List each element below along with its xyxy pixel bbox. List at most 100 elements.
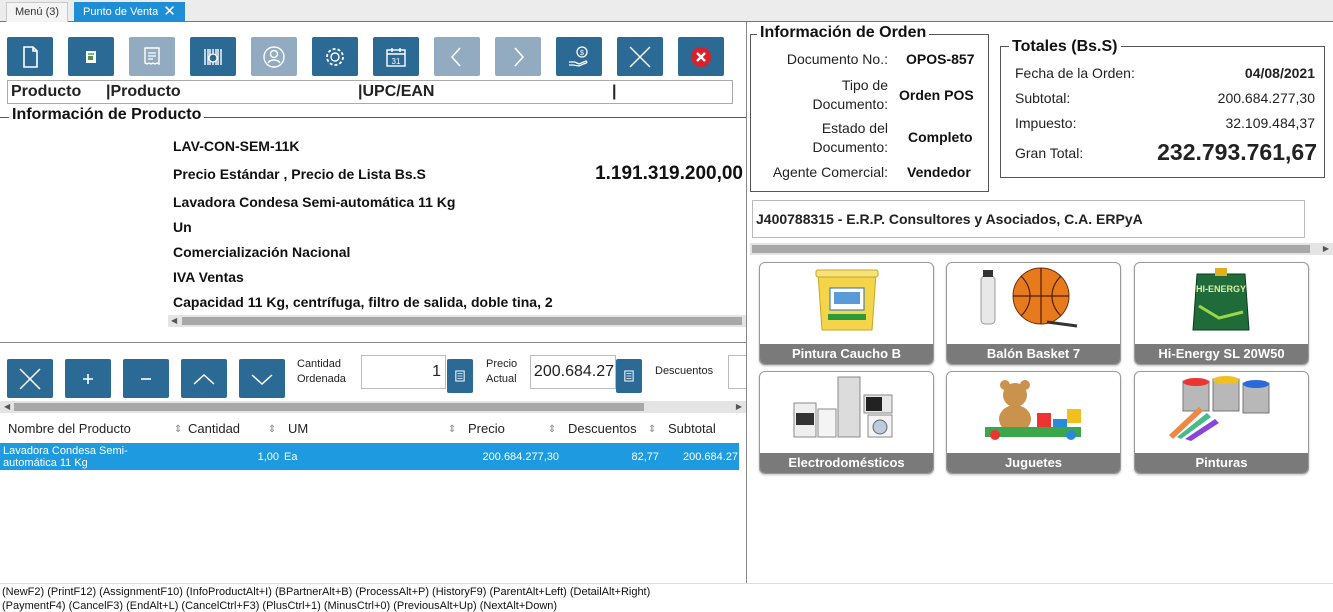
calendar-button[interactable]: 31 [373,37,419,76]
col-quantity[interactable]: Cantidad [188,421,240,436]
doc-status-value: Completo [908,129,973,145]
tab-pos-label: Punto de Venta [83,6,159,18]
doc-status-label-line2: Documento: [812,139,888,155]
minus-button[interactable] [123,359,169,398]
sort-icon[interactable]: ⇕ [448,424,456,435]
controls-scrollbar[interactable]: ◀ ▶ [0,401,746,413]
chevron-up-icon [193,373,215,385]
col-subtotal[interactable]: Subtotal [668,421,716,436]
tab-menu[interactable]: Menú (3) [6,2,69,22]
qty-calculator-button[interactable] [447,359,473,393]
totals-title: Totales (Bs.S) [1009,38,1121,56]
doc-type-value: Orden POS [899,87,974,103]
price-label-line1: Precio [486,358,518,370]
price-input[interactable]: 200.684.27 [530,355,616,389]
quick-product-card[interactable]: Juguetes [946,371,1121,474]
scroll-thumb[interactable] [182,317,742,325]
receipt-button[interactable] [129,37,175,76]
product-search-col-2: |Producto [106,83,181,100]
col-discount[interactable]: Descuentos [568,421,637,436]
customer-scrollbar[interactable]: ▶ [750,243,1333,255]
settings-button[interactable] [312,37,358,76]
price-calculator-button[interactable] [616,359,642,393]
svg-text:$: $ [580,50,584,57]
grand-total-value: 232.793.761,67 [1157,139,1317,165]
close-pos-button[interactable] [678,37,724,76]
next-icon [514,47,525,66]
col-product-name[interactable]: Nombre del Producto [8,421,131,436]
move-down-button[interactable] [239,359,285,398]
sort-icon[interactable]: ⇕ [548,424,556,435]
scroll-left-icon[interactable]: ◀ [171,316,177,325]
order-info-title: Información de Orden [757,24,930,42]
qty-label-line2: Ordenada [297,373,346,385]
grand-total-label: Gran Total: [1015,145,1084,161]
col-uom[interactable]: UM [288,421,308,436]
col-price[interactable]: Precio [468,421,505,436]
customer-field[interactable]: J400788315 - E.R.P. Consultores y Asocia… [752,200,1305,238]
payment-button[interactable]: $ [556,37,602,76]
vertical-divider [746,22,747,584]
scroll-thumb[interactable] [752,245,1310,253]
cancel-order-button[interactable] [617,37,663,76]
quick-product-card[interactable]: HI-ENERGY Hi-Energy SL 20W50 [1134,262,1309,365]
scroll-left-icon[interactable]: ◀ [4,402,10,411]
product-name: Lavadora Condesa Semi-automática 11 Kg [173,194,456,210]
image-icon [86,50,96,63]
quick-product-card[interactable]: Electrodomésticos [759,371,934,474]
shortcut-line-2: (PaymentF4) (CancelF3) (EndAlt+L) (Cance… [2,600,558,612]
product-tax: IVA Ventas [173,269,244,285]
sort-icon[interactable]: ⇕ [648,424,656,435]
next-button[interactable] [495,37,541,76]
quick-product-card[interactable]: Balón Basket 7 [946,262,1121,365]
row-quantity: 1,00 [257,451,279,463]
move-up-button[interactable] [181,359,227,398]
qty-input[interactable]: 1 [361,355,446,389]
subtotal-label: Subtotal: [1015,90,1071,106]
sort-icon[interactable]: ⇕ [268,424,276,435]
new-document-icon [23,45,38,68]
discount-label: Descuentos [655,365,714,377]
quick-product-label: Electrodomésticos [760,453,933,473]
paint-cans-icon [1169,376,1270,441]
barcode-button[interactable] [190,37,236,76]
sort-icon[interactable]: ⇕ [174,424,182,435]
previous-button[interactable] [434,37,480,76]
discount-input[interactable] [728,355,746,389]
product-code: LAV-CON-SEM-11K [173,138,300,154]
scroll-thumb[interactable] [14,403,644,411]
doc-type-label: Tipo de Documento: [752,76,888,114]
product-image-button[interactable] [68,37,114,76]
delete-line-button[interactable] [7,359,53,398]
footer-divider [0,583,1333,584]
scroll-right-icon[interactable]: ▶ [736,402,742,411]
product-search-col-3: |UPC/EAN [358,83,435,100]
qty-label: Cantidad Ordenada [297,357,346,387]
table-row[interactable]: Lavadora Condesa Semi- automática 11 Kg … [0,443,739,470]
quick-product-card[interactable]: Pinturas [1134,371,1309,474]
oil-pouch-icon: HI-ENERGY [1192,268,1250,331]
basketball-icon [980,267,1078,328]
customer-button[interactable] [251,37,297,76]
new-order-button[interactable] [7,37,53,76]
doc-no-label: Documento No.: [786,51,888,67]
order-date-label: Fecha de la Orden: [1015,65,1135,81]
order-date-value: 04/08/2021 [1244,65,1315,81]
close-icon [691,46,711,67]
scroll-right-icon[interactable]: ▶ [1323,244,1329,253]
price-label: Precio Actual [486,357,517,387]
section-divider [0,342,746,343]
shortcut-line-1: (NewF2) (PrintF12) (AssignmentF10) (Info… [2,586,651,598]
product-search-bar[interactable]: Producto |Producto |UPC/EAN | [7,80,733,104]
tab-punto-de-venta[interactable]: Punto de Venta ✕ [74,2,185,22]
plus-button[interactable] [65,359,111,398]
previous-icon [450,47,461,66]
close-tab-icon[interactable]: ✕ [163,4,176,19]
row-discount: 82,77 [631,451,659,463]
quick-product-label: Pintura Caucho B [760,344,933,364]
product-info-scrollbar[interactable]: ◀ [168,315,746,327]
product-category: Comercialización Nacional [173,244,351,260]
product-search-col-4: | [612,83,617,100]
calendar-icon: 31 [386,47,406,67]
quick-product-card[interactable]: Pintura Caucho B [759,262,934,365]
